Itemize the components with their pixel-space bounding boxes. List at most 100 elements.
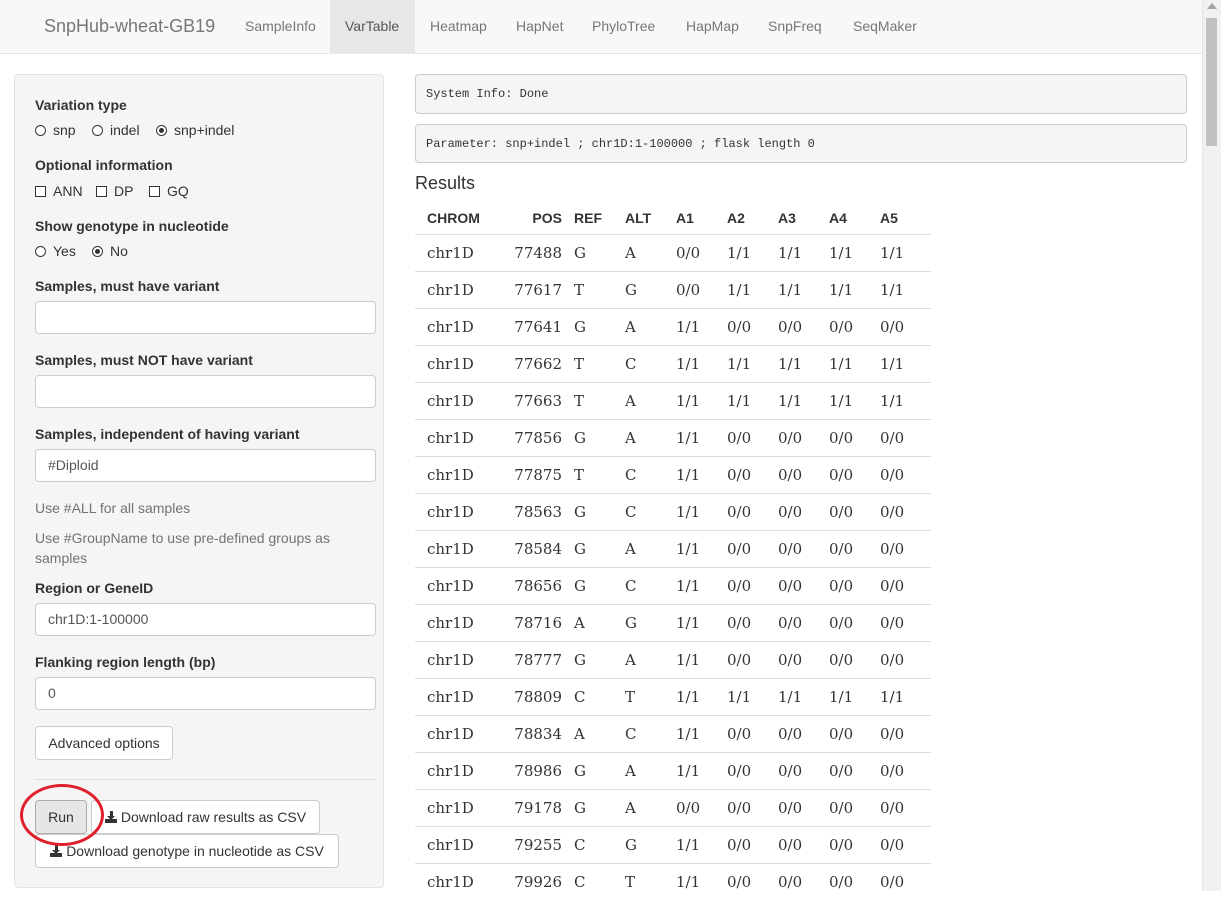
column-header[interactable]: A1 [676, 202, 727, 235]
table-header-row: CHROM POS REF ALT A1 A2 A3 A4 A5 [415, 202, 931, 235]
table-cell: 0/0 [778, 605, 829, 642]
table-cell: 0/0 [778, 790, 829, 827]
table-cell: 1/1 [676, 605, 727, 642]
optional-info-label: Optional information [35, 157, 173, 173]
radio-indel[interactable]: indel [92, 122, 140, 138]
column-header[interactable]: A2 [727, 202, 778, 235]
table-cell: 78777 [505, 642, 574, 679]
scroll-up-arrow-icon[interactable] [1207, 3, 1217, 9]
table-cell: 1/1 [676, 864, 727, 900]
checkbox-box[interactable] [149, 186, 160, 197]
table-cell: 77662 [505, 346, 574, 383]
table-cell: 1/1 [778, 346, 829, 383]
radio-no[interactable]: No [92, 243, 128, 259]
scroll-thumb[interactable] [1206, 18, 1217, 146]
table-cell: 1/1 [829, 346, 880, 383]
tab-phylotree[interactable]: PhyloTree [577, 0, 670, 53]
table-cell: 78563 [505, 494, 574, 531]
column-header[interactable]: ALT [625, 202, 676, 235]
table-row: chr1D77641GA1/10/00/00/00/0 [415, 309, 931, 346]
table-cell: 1/1 [727, 383, 778, 420]
table-cell: G [574, 568, 625, 605]
radio-circle-checked[interactable] [156, 125, 167, 136]
table-cell: 0/0 [727, 753, 778, 790]
download-genotype-csv-label: Download genotype in nucleotide as CSV [66, 843, 324, 859]
table-cell: 0/0 [778, 642, 829, 679]
table-row: chr1D77488GA0/01/11/11/11/1 [415, 235, 931, 272]
column-header[interactable]: A4 [829, 202, 880, 235]
must-not-have-input[interactable] [35, 375, 376, 408]
table-cell: 1/1 [676, 642, 727, 679]
checkbox-box[interactable] [96, 186, 107, 197]
tab-vartable[interactable]: VarTable [330, 0, 415, 53]
column-header[interactable]: A5 [880, 202, 931, 235]
tab-sampleinfo[interactable]: SampleInfo [230, 0, 331, 53]
flanking-input[interactable]: 0 [35, 677, 376, 710]
table-cell: 0/0 [880, 716, 931, 753]
table-cell: 77875 [505, 457, 574, 494]
table-cell: 0/0 [727, 605, 778, 642]
table-cell: 1/1 [880, 235, 931, 272]
checkbox-ann[interactable]: ANN [35, 183, 83, 199]
column-header[interactable]: REF [574, 202, 625, 235]
column-header[interactable]: CHROM [415, 202, 505, 235]
radio-snp[interactable]: snp [35, 122, 76, 138]
brand-title[interactable]: SnpHub-wheat-GB19 [44, 16, 215, 37]
advanced-options-button[interactable]: Advanced options [35, 726, 173, 760]
column-header[interactable]: A3 [778, 202, 829, 235]
checkbox-ann-label: ANN [53, 183, 83, 199]
tab-hapmap[interactable]: HapMap [671, 0, 754, 53]
table-row: chr1D78809CT1/11/11/11/11/1 [415, 679, 931, 716]
table-cell: 1/1 [727, 679, 778, 716]
help-text-all: Use #ALL for all samples [35, 498, 355, 518]
checkbox-gq[interactable]: GQ [149, 183, 189, 199]
table-cell: 0/0 [727, 790, 778, 827]
radio-snp-indel[interactable]: snp+indel [156, 122, 234, 138]
table-cell: G [574, 642, 625, 679]
table-cell: A [574, 605, 625, 642]
download-raw-csv-label: Download raw results as CSV [121, 809, 306, 825]
table-cell: A [625, 753, 676, 790]
table-cell: 0/0 [778, 494, 829, 531]
table-cell: G [574, 790, 625, 827]
table-cell: 1/1 [880, 272, 931, 309]
tab-hapnet[interactable]: HapNet [501, 0, 578, 53]
table-cell: 1/1 [676, 383, 727, 420]
table-cell: 1/1 [727, 346, 778, 383]
table-cell: 0/0 [880, 531, 931, 568]
radio-circle-checked[interactable] [92, 246, 103, 257]
table-cell: 78809 [505, 679, 574, 716]
table-cell: G [574, 309, 625, 346]
table-cell: 0/0 [829, 753, 880, 790]
checkbox-dp[interactable]: DP [96, 183, 133, 199]
vertical-scrollbar[interactable] [1202, 0, 1221, 891]
table-cell: 0/0 [829, 605, 880, 642]
table-cell: 0/0 [778, 420, 829, 457]
radio-yes[interactable]: Yes [35, 243, 76, 259]
table-cell: 1/1 [829, 235, 880, 272]
table-cell: 79926 [505, 864, 574, 900]
radio-circle[interactable] [35, 246, 46, 257]
must-have-label: Samples, must have variant [35, 278, 219, 294]
radio-circle[interactable] [92, 125, 103, 136]
table-cell: 0/0 [727, 642, 778, 679]
table-cell: C [574, 864, 625, 900]
tab-snpfreq[interactable]: SnpFreq [753, 0, 837, 53]
tab-heatmap[interactable]: Heatmap [415, 0, 502, 53]
region-label: Region or GeneID [35, 580, 153, 596]
radio-circle[interactable] [35, 125, 46, 136]
table-row: chr1D78656GC1/10/00/00/00/0 [415, 568, 931, 605]
region-input[interactable]: chr1D:1-100000 [35, 603, 376, 636]
table-cell: C [625, 346, 676, 383]
independent-input[interactable]: #Diploid [35, 449, 376, 482]
column-header[interactable]: POS [505, 202, 574, 235]
tab-seqmaker[interactable]: SeqMaker [838, 0, 932, 53]
table-cell: 0/0 [880, 494, 931, 531]
must-have-input[interactable] [35, 301, 376, 334]
download-raw-csv-button[interactable]: Download raw results as CSV [91, 800, 320, 834]
table-cell: 1/1 [676, 346, 727, 383]
checkbox-box[interactable] [35, 186, 46, 197]
table-cell: T [574, 383, 625, 420]
table-cell: 1/1 [778, 383, 829, 420]
table-cell: 0/0 [880, 605, 931, 642]
